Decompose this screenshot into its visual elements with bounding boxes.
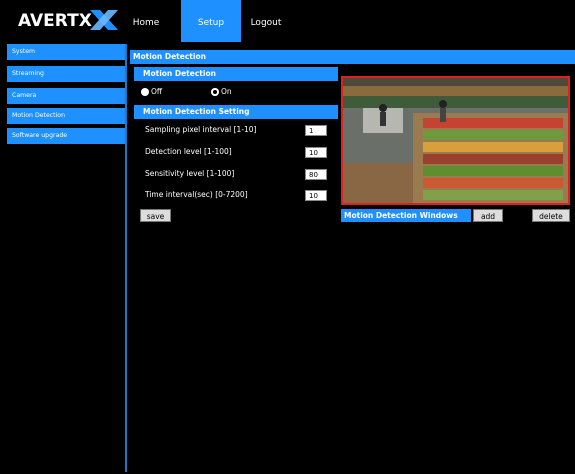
time-interval-input[interactable]: 10 bbox=[305, 190, 327, 201]
add-window-button[interactable]: add bbox=[473, 209, 503, 222]
sidebar-item-camera[interactable]: Camera bbox=[7, 88, 125, 104]
radio-on[interactable] bbox=[211, 88, 219, 96]
sidebar-item-software-upgrade[interactable]: Software upgrade bbox=[7, 128, 125, 144]
sensitivity-level-label: Sensitivity level [1-100] bbox=[145, 169, 235, 178]
camera-preview[interactable] bbox=[341, 76, 570, 205]
nav-setup[interactable]: Setup bbox=[181, 0, 241, 42]
radio-on-label: On bbox=[221, 87, 232, 96]
detection-level-label: Detection level [1-100] bbox=[145, 147, 232, 156]
page-title: Motion Detection bbox=[130, 50, 575, 64]
sensitivity-level-input[interactable]: 80 bbox=[305, 169, 327, 180]
detection-level-input[interactable]: 10 bbox=[305, 147, 327, 158]
section-motion-detection-setting: Motion Detection Setting bbox=[134, 105, 338, 119]
sidebar-item-motion-detection[interactable]: Motion Detection bbox=[7, 108, 125, 124]
radio-off[interactable] bbox=[141, 88, 149, 96]
time-interval-label: Time interval(sec) [0-7200] bbox=[145, 190, 248, 199]
save-button[interactable]: save bbox=[140, 209, 171, 222]
avertx-logo: AVERTX bbox=[18, 10, 118, 31]
sampling-interval-label: Sampling pixel interval [1-10] bbox=[145, 125, 257, 134]
radio-off-label: Off bbox=[151, 87, 163, 96]
delete-window-button[interactable]: delete bbox=[532, 209, 570, 222]
nav-logout[interactable]: Logout bbox=[246, 0, 286, 42]
camera-preview-image bbox=[343, 78, 568, 203]
motion-detection-windows-title: Motion Detection Windows bbox=[341, 209, 471, 222]
sampling-interval-input[interactable]: 1 bbox=[305, 125, 327, 136]
sidebar-item-system[interactable]: System bbox=[7, 44, 125, 60]
sidebar-item-streaming[interactable]: Streaming bbox=[7, 66, 125, 82]
sidebar: System Streaming Camera Motion Detection… bbox=[5, 44, 127, 472]
nav-home[interactable]: Home bbox=[128, 0, 164, 42]
svg-text:AVERTX: AVERTX bbox=[18, 11, 92, 31]
section-motion-detection: Motion Detection bbox=[134, 67, 338, 81]
